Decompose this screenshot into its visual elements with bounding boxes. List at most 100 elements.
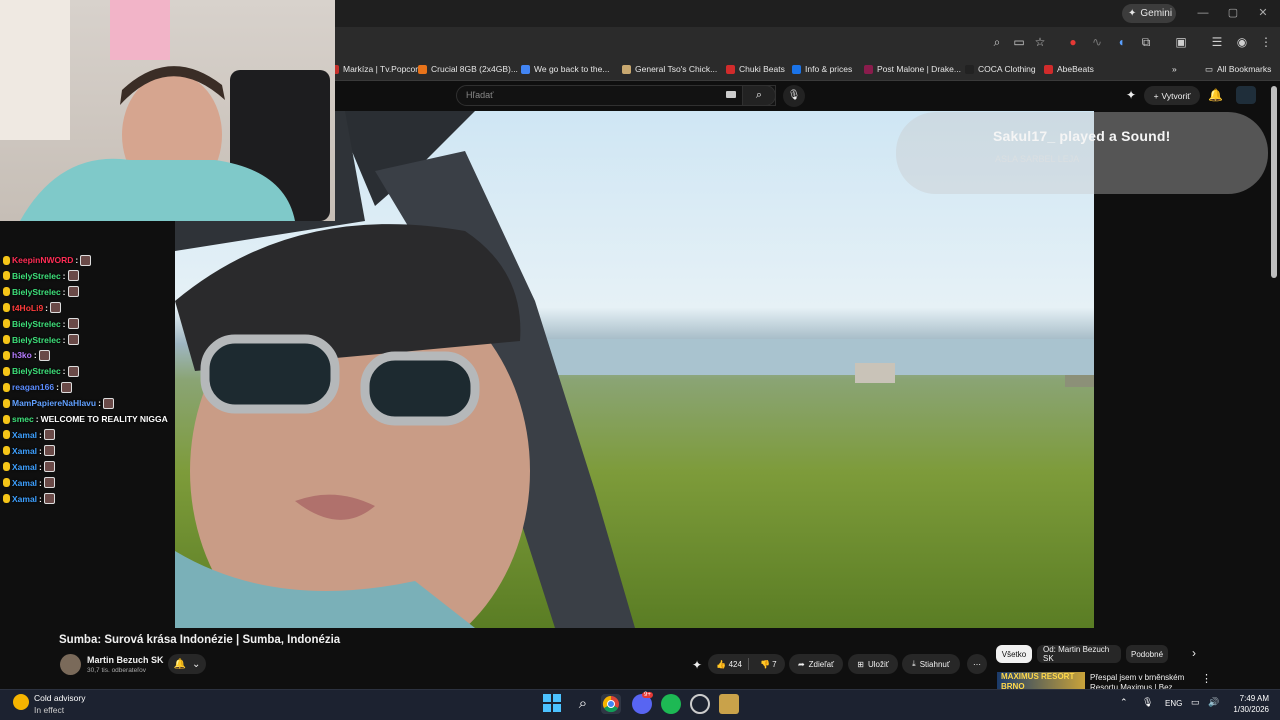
extension-red-icon[interactable]: ● <box>1064 33 1082 51</box>
account-avatar[interactable] <box>1236 86 1256 104</box>
create-button[interactable]: + Vytvoriť <box>1144 86 1200 105</box>
zoom-icon[interactable]: ⌕ <box>988 33 1006 51</box>
bookmark-item[interactable]: Chuki Beats <box>726 61 785 77</box>
chip-from-channel[interactable]: Od: Martin Bezuch SK <box>1037 645 1121 663</box>
chat-username: reagan166 <box>12 382 55 393</box>
game-launcher-taskbar-icon[interactable] <box>719 694 739 714</box>
extensions-puzzle-icon[interactable]: ⧉ <box>1137 33 1155 51</box>
bookmarks-overflow-icon[interactable]: » <box>1172 61 1177 77</box>
spotify-taskbar-icon[interactable] <box>661 694 681 714</box>
chat-separator: : <box>56 382 59 393</box>
bookmark-label: Crucial 8GB (2x4GB)... <box>431 64 518 74</box>
suggested-video-thumbnail[interactable]: MAXIMUS RESORT BRNO <box>997 672 1085 690</box>
chat-badge-icon <box>3 494 10 503</box>
settings-gear-icon[interactable]: ✦ <box>1126 88 1136 102</box>
start-menu-icon[interactable] <box>543 694 563 714</box>
chat-emote-icon <box>102 397 114 409</box>
more-actions-button[interactable]: ⋯ <box>967 654 987 674</box>
chat-badge-icon <box>3 287 10 297</box>
weather-subtitle[interactable]: In effect <box>34 705 64 715</box>
volume-icon[interactable]: 🔊 <box>1208 697 1219 708</box>
bookmark-star-icon[interactable]: ☆ <box>1031 33 1049 51</box>
like-button[interactable]: 👍 424 <box>716 660 742 669</box>
restore-button[interactable]: ▢ <box>1222 5 1244 21</box>
system-clock[interactable]: 7:49 AM 1/30/2026 <box>1225 693 1269 715</box>
tray-chevron-up-icon[interactable]: ⌃ <box>1120 697 1128 708</box>
profile-avatar-icon[interactable]: ◉ <box>1233 33 1251 51</box>
bookmark-item[interactable]: Info & prices <box>792 61 852 77</box>
bookmark-item[interactable]: AbeBeats <box>1044 61 1094 77</box>
side-panel-icon[interactable]: ▣ <box>1172 33 1190 51</box>
dislike-button[interactable]: 👎 7 <box>760 660 777 669</box>
ask-ai-icon[interactable]: ✦ <box>692 658 702 672</box>
weather-warning-icon[interactable] <box>13 694 29 710</box>
bookmark-item[interactable]: Post Malone | Drake... <box>864 61 961 77</box>
chat-emote-icon <box>43 429 55 441</box>
share-icon: ➦ <box>797 659 805 669</box>
chat-emote-icon <box>67 286 79 298</box>
chat-badge-icon <box>3 255 10 265</box>
notifications-bell-icon[interactable]: 🔔 <box>1208 88 1223 102</box>
language-indicator[interactable]: ENG <box>1165 699 1182 708</box>
like-dislike-group: 👍 424 👎 7 <box>708 654 785 674</box>
chat-separator: : <box>39 461 42 472</box>
chat-badge-icon <box>3 350 10 360</box>
bookmark-item[interactable]: Crucial 8GB (2x4GB)... <box>418 61 518 77</box>
all-bookmarks-button[interactable]: ▭ All Bookmarks <box>1205 61 1271 77</box>
save-button[interactable]: ⊞ Uložiť <box>848 654 898 674</box>
clock-time: 7:49 AM <box>1239 694 1269 703</box>
chrome-taskbar-icon[interactable] <box>601 694 621 714</box>
chat-username: BielyStrelec <box>12 270 61 281</box>
chat-badge-icon <box>3 398 10 408</box>
bookmark-label: Markíza | Tv.Popcor... <box>343 64 425 74</box>
gemini-label: Gemini <box>1140 8 1173 19</box>
subscription-bell-button[interactable]: 🔔 ⌄ <box>168 654 206 674</box>
chat-message: t4HoLi9 : <box>3 301 62 315</box>
sound-alert-subtitle: ASLA SARBEL LEJA <box>995 154 1080 164</box>
obs-taskbar-icon[interactable] <box>690 694 710 714</box>
network-icon[interactable]: ▭ <box>1191 697 1200 708</box>
bookmark-item[interactable]: Markíza | Tv.Popcor... <box>330 61 425 77</box>
chat-badge-icon <box>3 430 10 440</box>
channel-avatar[interactable] <box>60 654 81 675</box>
bookmark-item[interactable]: COCA Clothing <box>965 61 1036 77</box>
minimize-button[interactable]: — <box>1192 5 1214 21</box>
bookmark-item[interactable]: General Tso's Chick... <box>622 61 717 77</box>
chat-message: BielyStrelec : <box>3 285 79 299</box>
page-scrollbar[interactable] <box>1271 86 1277 278</box>
bookmark-label: Post Malone | Drake... <box>877 64 961 74</box>
browser-menu-icon[interactable]: ⋮ <box>1257 33 1275 51</box>
search-button[interactable]: ⌕ <box>742 85 776 106</box>
clock-date: 1/30/2026 <box>1233 705 1269 714</box>
channel-name[interactable]: Martin Bezuch SK <box>87 655 164 665</box>
extension-audio-icon[interactable]: ◖ <box>1112 33 1130 51</box>
keyboard-icon[interactable] <box>726 91 736 98</box>
download-button[interactable]: ⤓ Stiahnuť <box>902 654 960 674</box>
tray-microphone-icon[interactable]: 🎙 <box>1142 697 1153 708</box>
weather-title[interactable]: Cold advisory <box>34 693 86 703</box>
chat-username: MamPapiereNaHlavu <box>12 398 97 409</box>
chat-separator: : <box>39 477 42 488</box>
chat-separator: : <box>75 255 79 265</box>
chat-message: BielyStrelec : <box>3 333 79 347</box>
chat-emote-icon <box>67 365 79 377</box>
chip-all[interactable]: Všetko <box>996 645 1032 663</box>
extension-gray-icon[interactable]: ∿ <box>1088 33 1106 51</box>
gemini-button[interactable]: ✦ Gemini <box>1122 4 1176 23</box>
chat-emote-icon <box>67 334 79 345</box>
chat-separator: : <box>62 366 66 377</box>
search-taskbar-icon[interactable]: ⌕ <box>573 694 593 714</box>
chip-related[interactable]: Podobné <box>1126 645 1168 663</box>
close-button[interactable]: ✕ <box>1252 5 1274 21</box>
voice-search-button[interactable]: 🎙 <box>783 85 805 107</box>
bookmark-label: Chuki Beats <box>739 64 785 74</box>
bookmark-label: We go back to the... <box>534 64 610 74</box>
share-button[interactable]: ➦ Zdieľať <box>789 654 843 674</box>
suggestion-menu-icon[interactable]: ⋮ <box>1201 672 1212 685</box>
reading-list-icon[interactable]: ☰ <box>1208 33 1226 51</box>
bookmark-item[interactable]: We go back to the... <box>521 61 609 77</box>
chat-message: Xamal : <box>3 460 55 474</box>
create-label: Vytvoriť <box>1161 90 1191 101</box>
chips-next-chevron-icon[interactable]: › <box>1192 646 1196 660</box>
cast-icon[interactable]: ▭ <box>1010 33 1028 51</box>
